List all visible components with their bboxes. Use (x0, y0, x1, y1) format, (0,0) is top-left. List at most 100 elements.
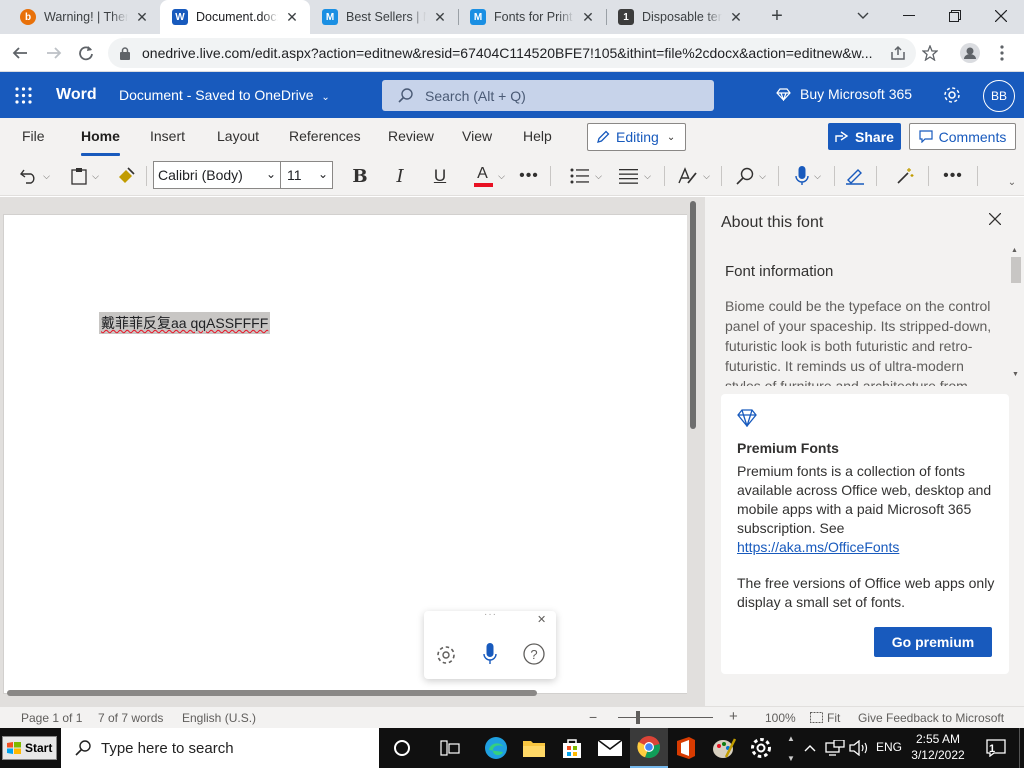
notification-center-icon[interactable] (980, 732, 1012, 764)
drag-handle-icon[interactable]: ··· (484, 609, 497, 620)
system-clock[interactable]: 2:55 AM 3/12/2022 (905, 731, 971, 763)
office-fonts-link[interactable]: https://aka.ms/OfficeFonts (737, 539, 899, 555)
zoom-out-icon[interactable]: − (589, 709, 597, 725)
browser-tab-active[interactable]: W Document.docx ✕ (160, 0, 310, 34)
cortana-icon[interactable] (386, 732, 418, 764)
close-tab-icon[interactable]: ✕ (134, 9, 150, 26)
tab-layout[interactable]: Layout (217, 128, 259, 144)
reload-icon[interactable] (72, 39, 100, 67)
paste-button[interactable]: ⌵ (66, 162, 104, 190)
dictation-close-icon[interactable]: ✕ (537, 613, 546, 626)
format-painter-button[interactable] (114, 162, 138, 190)
browser-tab[interactable]: 1 Disposable tem ✕ (606, 0, 754, 34)
start-button[interactable]: Start (2, 736, 57, 760)
bold-icon[interactable]: B (348, 162, 372, 190)
font-color-button[interactable]: A ⌵ (468, 162, 510, 190)
mail-icon[interactable] (594, 732, 626, 764)
tab-insert[interactable]: Insert (150, 128, 185, 144)
buy-microsoft-365-button[interactable]: Buy Microsoft 365 (776, 86, 912, 102)
paint-icon[interactable] (708, 732, 740, 764)
task-view-icon[interactable] (434, 732, 466, 764)
tab-home[interactable]: Home (81, 128, 120, 156)
go-premium-button[interactable]: Go premium (874, 627, 992, 657)
share-page-icon[interactable] (884, 39, 912, 67)
microsoft-store-icon[interactable] (556, 732, 588, 764)
italic-icon[interactable]: I (388, 162, 412, 190)
alignment-button[interactable]: ⌵ (615, 162, 655, 190)
editing-mode-button[interactable]: Editing ⌄ (587, 123, 686, 151)
dictate-button[interactable]: ⌵ (788, 162, 828, 190)
show-hidden-icons-chevron-icon[interactable] (800, 732, 820, 764)
font-size-dropdown[interactable]: 11 ⌄ (281, 161, 333, 189)
zoom-level[interactable]: 100% (765, 711, 796, 725)
settings-gear-icon[interactable] (745, 732, 777, 764)
share-button[interactable]: Share (828, 123, 901, 150)
close-tab-icon[interactable]: ✕ (580, 9, 596, 26)
browser-tab[interactable]: M Best Sellers | My ✕ (310, 0, 458, 34)
office-icon[interactable] (670, 732, 702, 764)
close-tab-icon[interactable]: ✕ (432, 9, 448, 26)
taskbar-search[interactable]: Type here to search (61, 728, 379, 768)
underline-icon[interactable]: U (428, 162, 452, 190)
word-count[interactable]: 7 of 7 words (98, 711, 163, 725)
pane-scrollbar-thumb[interactable] (1011, 257, 1021, 283)
close-tab-icon[interactable]: ✕ (284, 9, 300, 26)
browser-menu-icon[interactable] (988, 39, 1016, 67)
bookmark-star-icon[interactable] (916, 39, 944, 67)
document-page[interactable]: 戴菲菲反复aa qqASSFFFF (3, 214, 687, 694)
edge-browser-icon[interactable] (480, 732, 512, 764)
font-name-dropdown[interactable]: Calibri (Body) ⌄ (153, 161, 281, 189)
dictation-microphone-icon[interactable] (483, 643, 497, 665)
ribbon-collapse-chevron-icon[interactable]: ⌄ (1004, 174, 1020, 190)
more-font-options-icon[interactable]: ••• (517, 162, 541, 190)
dictation-settings-gear-icon[interactable] (436, 645, 456, 665)
search-box[interactable]: Search (Alt + Q) (382, 80, 714, 111)
pane-close-icon[interactable] (989, 213, 1005, 229)
zoom-in-icon[interactable]: + (729, 708, 738, 725)
chrome-icon[interactable] (630, 728, 668, 768)
zoom-slider-thumb[interactable] (636, 711, 640, 724)
address-bar[interactable]: onedrive.live.com/edit.aspx?action=editn… (108, 38, 916, 68)
document-body-text[interactable]: 戴菲菲反复aa qqASSFFFF (99, 312, 271, 334)
horizontal-scrollbar[interactable] (7, 690, 537, 696)
feedback-link[interactable]: Give Feedback to Microsoft (858, 711, 1004, 725)
undo-button[interactable]: ⌵ (16, 162, 54, 190)
file-explorer-icon[interactable] (518, 732, 550, 764)
tab-view[interactable]: View (462, 128, 492, 144)
find-button[interactable]: ⌵ (731, 162, 771, 190)
app-name[interactable]: Word (56, 86, 97, 104)
forward-arrow-icon[interactable] (40, 39, 68, 67)
new-tab-plus-icon[interactable]: + (766, 6, 788, 28)
settings-gear-icon[interactable] (943, 86, 961, 104)
tab-search-chevron-icon[interactable] (840, 0, 886, 32)
dictation-help-icon[interactable]: ? (523, 643, 545, 665)
app-launcher-waffle-icon[interactable] (15, 87, 32, 104)
profile-icon[interactable] (956, 39, 984, 67)
designer-button[interactable] (893, 162, 917, 190)
window-close-icon[interactable] (978, 0, 1024, 32)
tab-file[interactable]: File (22, 128, 45, 144)
minimize-icon[interactable] (886, 0, 932, 32)
tab-help[interactable]: Help (523, 128, 552, 144)
lock-icon[interactable] (120, 46, 130, 60)
scroll-up-icon[interactable]: ▲ (1011, 247, 1018, 254)
tab-review[interactable]: Review (388, 128, 434, 144)
scroll-down-icon[interactable]: ▼ (1012, 371, 1019, 378)
bullets-button[interactable]: ⌵ (566, 162, 606, 190)
input-language[interactable]: ENG (876, 740, 902, 754)
close-tab-icon[interactable]: ✕ (728, 9, 744, 26)
document-title[interactable]: Document - Saved to OneDrive ⌄ (119, 87, 330, 103)
volume-icon[interactable] (846, 732, 872, 764)
back-arrow-icon[interactable] (6, 39, 34, 67)
tab-references[interactable]: References (289, 128, 361, 144)
styles-button[interactable]: ⌵ (674, 162, 714, 190)
browser-tab[interactable]: b Warning! | There ✕ (8, 0, 160, 34)
more-options-icon[interactable]: ••• (941, 162, 965, 190)
show-desktop-button[interactable] (1019, 728, 1024, 768)
restore-icon[interactable] (932, 0, 978, 32)
comments-button[interactable]: Comments (909, 123, 1016, 150)
page-count[interactable]: Page 1 of 1 (21, 711, 82, 725)
editor-button[interactable] (843, 162, 867, 190)
zoom-slider[interactable] (618, 717, 713, 718)
browser-tab[interactable]: M Fonts for Print, ✕ (458, 0, 606, 34)
